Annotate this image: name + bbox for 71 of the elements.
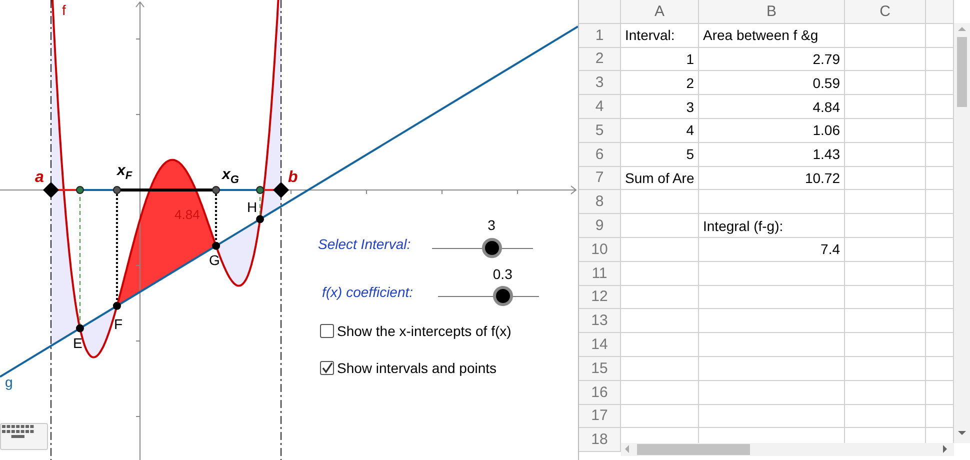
column-header[interactable]: B xyxy=(699,0,845,24)
row-header[interactable]: 5 xyxy=(579,118,621,143)
table-cell: 2 xyxy=(621,71,699,96)
intersection-point xyxy=(256,215,264,224)
slider-handle[interactable] xyxy=(492,286,513,306)
table-cell: 2.79 xyxy=(699,48,845,72)
table-cell: 1 xyxy=(621,48,699,72)
intersection-point xyxy=(76,324,84,332)
horizontal-scrollbar[interactable] xyxy=(621,443,954,456)
table-cell: 1.43 xyxy=(699,142,845,167)
slider-handle[interactable] xyxy=(482,238,502,258)
row-header[interactable]: 16 xyxy=(579,380,621,405)
table-cell: 5 xyxy=(621,142,699,167)
column-header[interactable]: A xyxy=(621,0,699,24)
axis-point xyxy=(76,186,84,194)
row-header[interactable]: 17 xyxy=(579,404,621,428)
row-header[interactable]: 10 xyxy=(579,238,621,262)
vertical-scrollbar[interactable] xyxy=(954,23,970,443)
slider-label: f(x) coefficient: xyxy=(322,284,414,300)
row-header[interactable]: 14 xyxy=(579,333,621,357)
interval-marker: x$_{F}$ xyxy=(117,163,132,182)
keyboard-icon xyxy=(1,424,35,440)
table-cell: Integral (f-g): xyxy=(699,214,845,238)
row-header[interactable]: 11 xyxy=(579,262,621,286)
row-header[interactable]: 13 xyxy=(579,309,621,334)
bound-point xyxy=(273,182,290,198)
row-header[interactable]: 6 xyxy=(579,142,621,167)
table-cell: 4 xyxy=(621,118,699,143)
table-cell: 10.72 xyxy=(699,166,845,190)
checkbox-label[interactable]: Show the x-intercepts of f(x) xyxy=(337,323,512,339)
table-cell: Sum of Are xyxy=(621,166,699,190)
row-header[interactable]: 12 xyxy=(579,286,621,310)
table-cell: 7.4 xyxy=(699,238,845,262)
point-label: G xyxy=(209,253,220,267)
table-cell: 4.84 xyxy=(699,95,845,119)
row-header[interactable]: 9 xyxy=(579,214,621,238)
interval-marker: x$_{G}$ xyxy=(222,167,239,186)
axis-point xyxy=(256,186,264,194)
function-label: f xyxy=(62,3,66,17)
axis-point xyxy=(112,186,121,194)
row-header[interactable]: 7 xyxy=(579,166,621,190)
table-cell: 3 xyxy=(621,95,699,119)
intersection-point xyxy=(212,242,220,250)
slider-label: Select Interval: xyxy=(318,236,411,252)
checkbox-label[interactable]: Show intervals and points xyxy=(337,360,497,376)
row-header[interactable]: 2 xyxy=(579,48,621,72)
row-header[interactable]: 15 xyxy=(579,356,621,381)
bound-label: b xyxy=(288,170,298,186)
row-header[interactable]: 4 xyxy=(579,95,621,119)
table-cell: Area between f &g xyxy=(699,24,845,48)
slider-value: 3 xyxy=(488,217,496,233)
keyboard-button[interactable] xyxy=(0,423,48,450)
intersection-point xyxy=(112,302,121,310)
checkbox[interactable] xyxy=(320,324,334,338)
row-header[interactable]: 18 xyxy=(579,428,621,452)
row-header[interactable]: 8 xyxy=(579,190,621,214)
bound-label: a xyxy=(35,170,44,186)
table-cell: 0.59 xyxy=(699,71,845,96)
table-cell: Interval: xyxy=(621,24,699,48)
column-header[interactable]: C xyxy=(845,0,926,24)
point-label: H xyxy=(247,200,258,214)
bound-point xyxy=(42,182,59,198)
line-label: g xyxy=(5,375,13,389)
axis-point xyxy=(212,186,220,194)
table-cell: 1.06 xyxy=(699,118,845,143)
row-header[interactable]: 1 xyxy=(579,24,621,48)
slider-value: 0.3 xyxy=(492,266,512,282)
point-label: F xyxy=(114,317,123,331)
point-label: E xyxy=(73,336,82,350)
row-header[interactable]: 3 xyxy=(579,71,621,96)
checkbox[interactable] xyxy=(320,361,334,375)
